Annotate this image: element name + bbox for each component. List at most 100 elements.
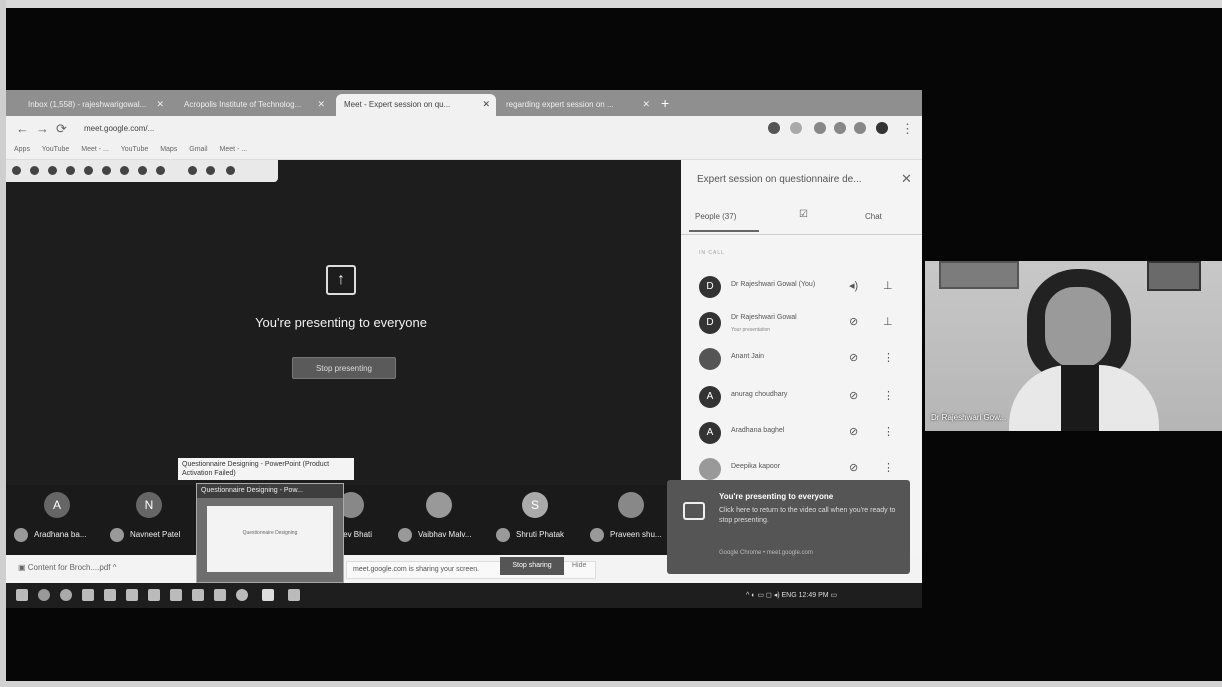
stop-presenting-button[interactable]: Stop presenting (292, 357, 396, 379)
stop-sharing-button[interactable]: Stop sharing (500, 557, 564, 575)
avatar[interactable]: N (136, 492, 162, 518)
bookmark-gmail[interactable]: Gmail (189, 146, 207, 153)
tool-icon[interactable] (66, 166, 75, 175)
task-view-icon[interactable] (82, 589, 94, 601)
file-explorer-icon[interactable] (104, 589, 116, 601)
more-options-icon[interactable]: ⋮ (883, 461, 894, 474)
more-options-icon[interactable]: ⋮ (883, 351, 894, 364)
app-icon[interactable] (148, 589, 160, 601)
app-icon[interactable] (192, 589, 204, 601)
list-item[interactable]: D Dr Rajeshwari Gowal (You) ◂) ⊥ (681, 270, 922, 304)
tool-icon[interactable] (84, 166, 93, 175)
menu-kebab-icon[interactable]: ⋮ (901, 121, 914, 137)
system-tray[interactable]: ^ ◐ ▭ ◻ ◂) ENG 12:49 PM ▭ (746, 591, 837, 599)
extension-icon[interactable] (768, 122, 780, 134)
move-icon[interactable] (226, 166, 235, 175)
close-icon[interactable]: ✕ (642, 99, 650, 110)
toast-body: Click here to return to the video call w… (719, 507, 896, 524)
mic-on-icon: ◂) (849, 280, 859, 292)
profile-avatar[interactable] (876, 122, 888, 134)
tab-label: Inbox (1,558) - rajeshwarigowal... (28, 100, 147, 109)
avatar[interactable]: S (522, 492, 548, 518)
cortana-icon[interactable] (60, 589, 72, 601)
tool-icon[interactable] (156, 166, 165, 175)
close-icon[interactable]: ✕ (901, 171, 912, 187)
participant-label: Praveen shu... (590, 527, 662, 543)
wall-picture (939, 261, 1019, 289)
browser-tab-bar: Inbox (1,558) - rajeshwarigowal... ✕ Acro… (6, 90, 922, 116)
list-item[interactable]: D Dr Rajeshwari Gowal Your presentation … (681, 306, 922, 340)
avatar[interactable] (426, 492, 452, 518)
pdf-icon: ▣ (18, 563, 28, 572)
participant-label: Aradhana ba... (14, 527, 86, 543)
tab-acropolis[interactable]: Acropolis Institute of Technolog... ✕ (176, 94, 331, 116)
list-item[interactable]: Anant Jain ⊘ ⋮ (681, 342, 922, 376)
bookmark-maps[interactable]: Maps (160, 146, 177, 153)
star-icon[interactable] (790, 122, 802, 134)
tool-icon[interactable] (48, 166, 57, 175)
list-item[interactable]: A Aradhana baghel ⊘ ⋮ (681, 416, 922, 450)
tool-icon[interactable] (206, 166, 215, 175)
avatar (699, 348, 721, 370)
mic-off-icon: ⊘ (849, 316, 859, 328)
pin-icon[interactable]: ⊥ (883, 315, 893, 328)
list-item[interactable]: A anurag choudhary ⊘ ⋮ (681, 380, 922, 414)
app-icon[interactable] (288, 589, 300, 601)
extension-icon[interactable] (834, 122, 846, 134)
taskbar-preview[interactable]: Questionnaire Designing - Pow... Questio… (196, 483, 344, 583)
person-name: Aradhana baghel (731, 427, 785, 434)
avatar[interactable]: A (44, 492, 70, 518)
tool-icon[interactable] (12, 166, 21, 175)
back-arrow-icon[interactable]: ← (16, 121, 29, 136)
bookmark-meet[interactable]: Meet - ... (81, 146, 109, 153)
tool-icon[interactable] (30, 166, 39, 175)
bookmark-meet[interactable]: Meet - ... (220, 146, 248, 153)
checklist-icon[interactable]: ☑ (799, 209, 808, 220)
new-tab-button[interactable]: + (661, 95, 669, 111)
video-call-icon (683, 502, 705, 520)
tab-inbox[interactable]: Inbox (1,558) - rajeshwarigowal... ✕ (20, 94, 170, 116)
reload-icon[interactable]: ⟳ (56, 121, 67, 137)
powerpoint-icon[interactable] (262, 589, 274, 601)
notification-icon[interactable]: ▭ (829, 592, 838, 599)
windows-start-icon[interactable] (16, 589, 28, 601)
search-icon[interactable] (38, 589, 50, 601)
tab-regarding[interactable]: regarding expert session on ... ✕ (498, 94, 656, 116)
tab-label: Meet - Expert session on qu... (344, 100, 451, 109)
app-icon[interactable] (214, 589, 226, 601)
tool-icon[interactable] (120, 166, 129, 175)
close-icon[interactable]: ✕ (317, 99, 325, 110)
app-icon[interactable] (170, 589, 182, 601)
avatar[interactable] (618, 492, 644, 518)
chevron-up-icon[interactable]: ^ (111, 563, 117, 572)
divider (681, 234, 922, 235)
tool-icon[interactable] (102, 166, 111, 175)
hide-button[interactable]: Hide (572, 557, 586, 575)
close-icon[interactable]: ✕ (156, 99, 164, 110)
pin-icon[interactable]: ⊥ (883, 279, 893, 292)
upload-arrow-icon: ↑ (326, 265, 356, 295)
bookmark-youtube[interactable]: YouTube (121, 146, 149, 153)
app-icon[interactable] (126, 589, 138, 601)
extension-icon[interactable] (814, 122, 826, 134)
tool-icon[interactable] (188, 166, 197, 175)
bookmark-apps[interactable]: Apps (14, 146, 30, 153)
presenter-video-tile[interactable]: Dr Rajeshwari Gow... (925, 261, 1222, 431)
more-options-icon[interactable]: ⋮ (883, 425, 894, 438)
forward-arrow-icon[interactable]: → (36, 121, 49, 136)
mic-off-icon: ⊘ (849, 390, 859, 402)
tab-people[interactable]: People (37) (695, 212, 736, 221)
close-icon[interactable]: ✕ (482, 99, 490, 110)
tab-chat[interactable]: Chat (865, 212, 882, 221)
address-bar[interactable]: meet.google.com/... (76, 120, 756, 138)
chrome-icon[interactable] (236, 589, 248, 601)
photo-border-top (0, 0, 1222, 8)
puzzle-icon[interactable] (854, 122, 866, 134)
tool-icon[interactable] (138, 166, 147, 175)
download-item[interactable]: ▣ Content for Broch....pdf ^ (18, 563, 116, 572)
more-options-icon[interactable]: ⋮ (883, 389, 894, 402)
person-subtitle: Your presentation (731, 327, 771, 333)
tab-meet[interactable]: Meet - Expert session on qu... ✕ (336, 94, 496, 116)
bookmark-youtube[interactable]: YouTube (42, 146, 70, 153)
presenting-notification[interactable]: You're presenting to everyone Click here… (667, 480, 910, 574)
